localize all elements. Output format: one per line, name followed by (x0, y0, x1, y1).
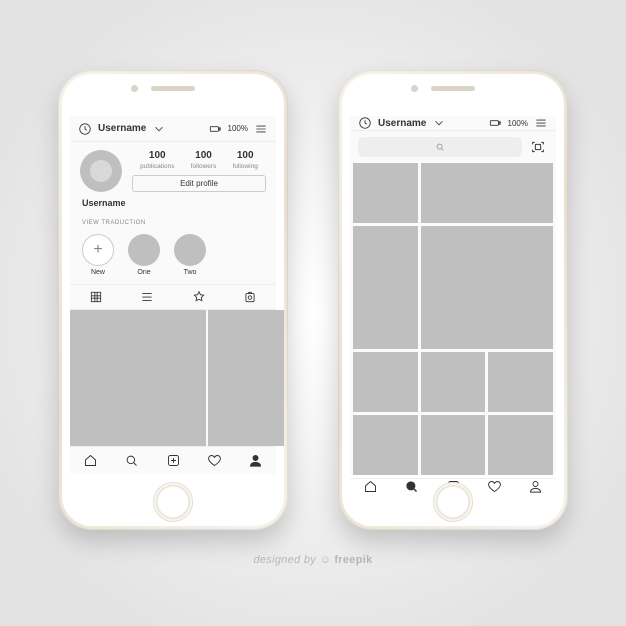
tab-tagged-icon[interactable] (225, 285, 277, 309)
stat-following[interactable]: 100following (233, 150, 258, 171)
home-button[interactable] (153, 482, 193, 522)
chevron-down-icon[interactable] (432, 116, 446, 130)
activity-icon[interactable] (78, 122, 92, 136)
battery-icon (208, 122, 222, 136)
bio-name: Username (70, 196, 276, 214)
screen-explore: Username 100% (350, 116, 556, 474)
explore-thumb[interactable] (353, 352, 418, 412)
edit-profile-button[interactable]: Edit profile (132, 175, 266, 192)
explore-thumb[interactable] (421, 415, 486, 475)
menu-icon[interactable] (254, 122, 268, 136)
phone-speaker (431, 86, 475, 91)
header-username[interactable]: Username (378, 118, 426, 129)
nav-home-icon[interactable] (350, 479, 391, 494)
chevron-down-icon[interactable] (152, 122, 166, 136)
bottom-nav (70, 446, 276, 474)
phone-mockup-profile: Username 100% 100publications 100followe… (58, 70, 288, 530)
phone-mockup-explore: Username 100% (338, 70, 568, 530)
post-grid (70, 310, 276, 446)
nav-heart-icon[interactable] (474, 479, 515, 494)
nav-profile-icon[interactable] (515, 479, 556, 494)
search-input[interactable] (358, 137, 522, 157)
avatar[interactable] (80, 150, 122, 192)
phone-camera (411, 85, 418, 92)
phone-speaker (151, 86, 195, 91)
explore-grid (350, 163, 556, 478)
post-thumb[interactable] (70, 310, 206, 446)
screen-profile: Username 100% 100publications 100followe… (70, 116, 276, 474)
tab-grid-icon[interactable] (70, 285, 122, 309)
explore-thumb[interactable] (421, 163, 553, 223)
menu-icon[interactable] (534, 116, 548, 130)
nav-add-icon[interactable] (152, 447, 193, 474)
battery-percent: 100% (228, 124, 248, 133)
view-tabs (70, 284, 276, 310)
stat-followers[interactable]: 100followers (191, 150, 217, 171)
home-button[interactable] (433, 482, 473, 522)
highlight-item[interactable]: Two (174, 234, 206, 276)
scan-icon[interactable] (528, 137, 548, 157)
tab-list-icon[interactable] (122, 285, 174, 309)
explore-thumb[interactable] (421, 226, 553, 349)
nav-search-icon[interactable] (111, 447, 152, 474)
battery-percent: 100% (508, 119, 528, 128)
battery-icon (488, 116, 502, 130)
highlight-new[interactable]: +New (82, 234, 114, 276)
nav-heart-icon[interactable] (194, 447, 235, 474)
explore-thumb[interactable] (421, 352, 486, 412)
explore-thumb[interactable] (488, 352, 553, 412)
view-translation-link[interactable]: VIEW TRADUCTION (70, 214, 276, 230)
explore-thumb[interactable] (353, 226, 418, 349)
app-header: Username 100% (70, 116, 276, 142)
explore-thumb[interactable] (353, 415, 418, 475)
highlight-item[interactable]: One (128, 234, 160, 276)
header-username[interactable]: Username (98, 123, 146, 134)
nav-home-icon[interactable] (70, 447, 111, 474)
stat-publications[interactable]: 100publications (140, 150, 174, 171)
app-header: Username 100% (350, 116, 556, 131)
highlights-row: +New One Two (70, 230, 276, 284)
nav-search-icon[interactable] (391, 479, 432, 494)
activity-icon[interactable] (358, 116, 372, 130)
credit-line: designed by ☺ freepik (253, 554, 372, 566)
post-thumb[interactable] (208, 310, 284, 446)
tab-star-icon[interactable] (173, 285, 225, 309)
explore-thumb[interactable] (488, 415, 553, 475)
explore-thumb[interactable] (353, 163, 418, 223)
nav-profile-icon[interactable] (235, 447, 276, 474)
phone-camera (131, 85, 138, 92)
